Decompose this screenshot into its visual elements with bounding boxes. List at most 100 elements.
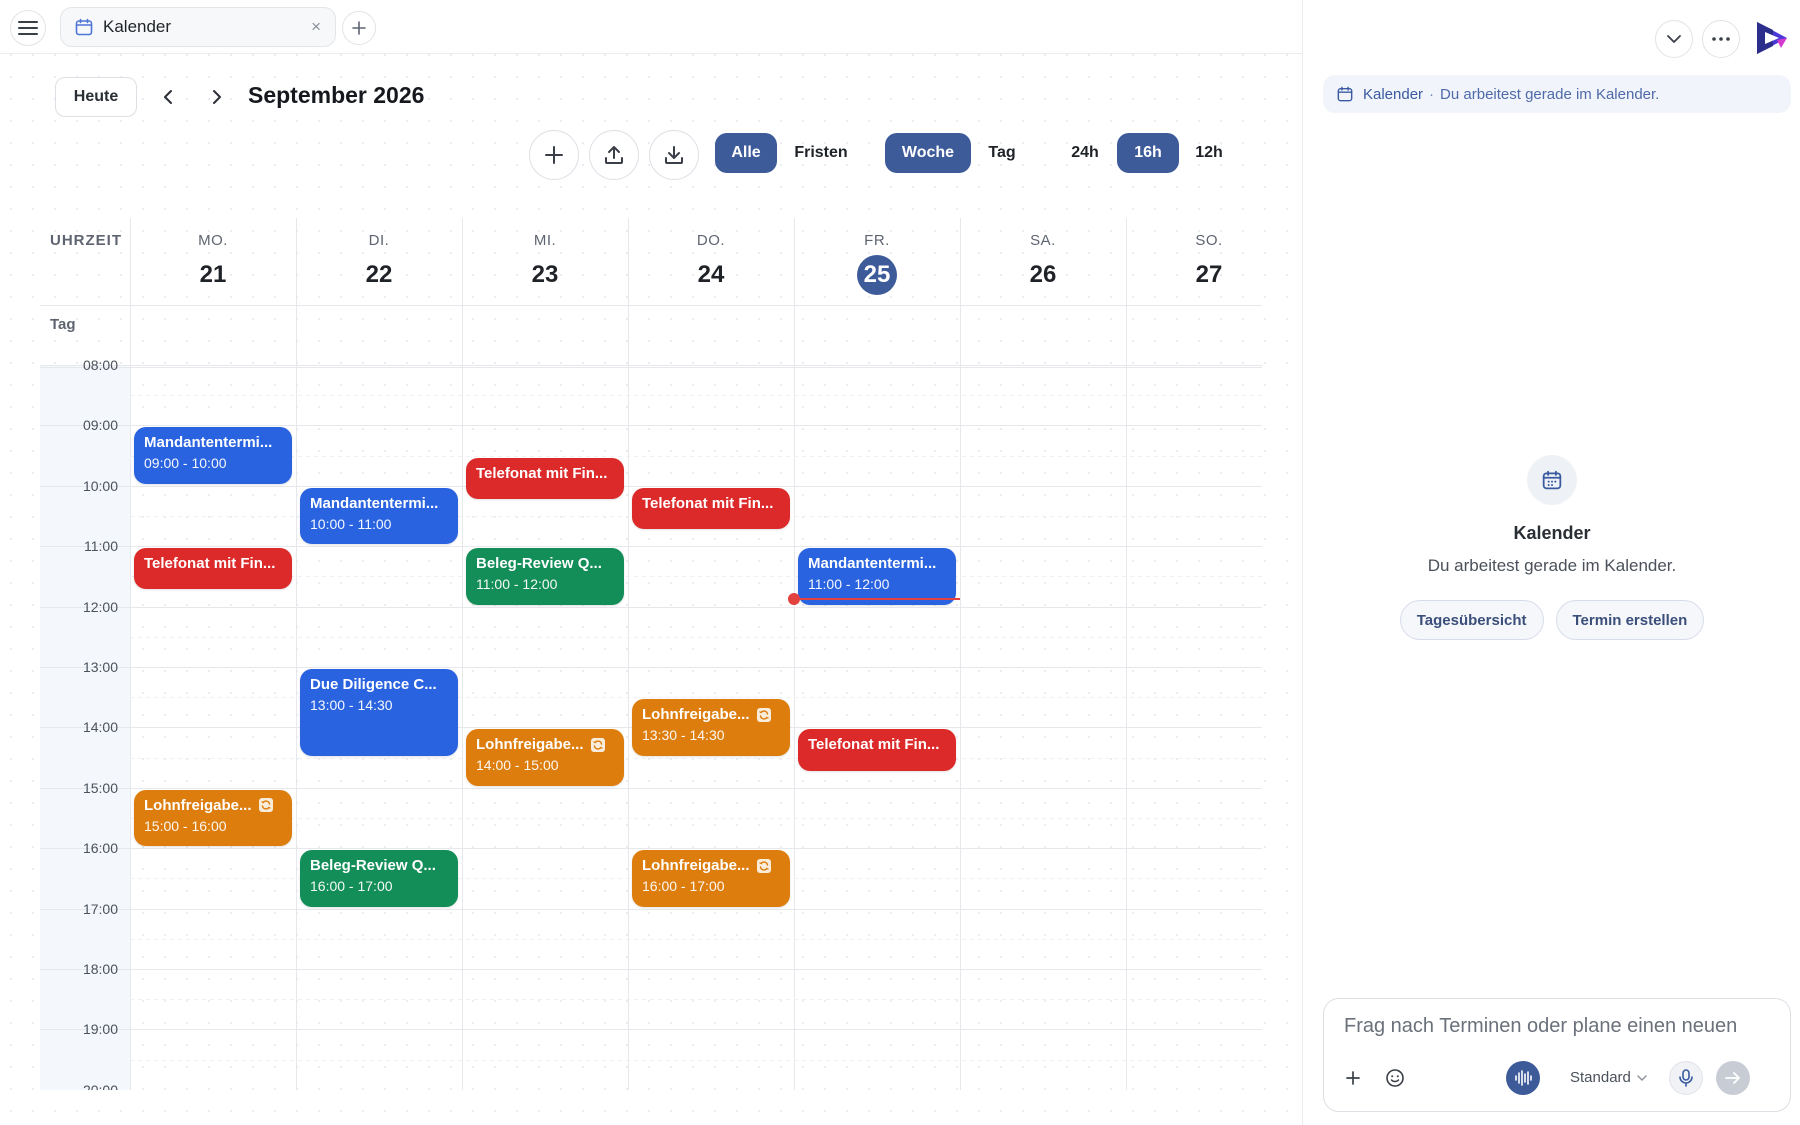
range-24h-button[interactable]: 24h [1062, 133, 1108, 173]
import-button[interactable] [649, 130, 699, 180]
event-title-text: Mandantentermi... [310, 494, 439, 512]
calendar-event[interactable]: Beleg-Review Q... 16:00 - 17:00 [300, 850, 458, 907]
event-title: Telefonat mit Fin... [808, 736, 946, 753]
day-header[interactable]: DO. 24 [628, 218, 794, 305]
collapse-panel-button[interactable] [1655, 20, 1693, 58]
event-title-text: Telefonat mit Fin... [476, 464, 608, 482]
plus-icon [1346, 1071, 1360, 1085]
chevron-down-icon [1667, 35, 1681, 43]
calendar-event[interactable]: Telefonat mit Fin... [798, 729, 956, 771]
event-title-text: Telefonat mit Fin... [144, 555, 276, 573]
day-header[interactable]: DI. 22 [296, 218, 462, 305]
event-title-text: Lohnfreigabe... [476, 736, 584, 754]
calendar-event[interactable]: Mandantentermi... 11:00 - 12:00 [798, 548, 956, 605]
send-button[interactable] [1716, 1061, 1750, 1095]
tab-bar: Kalender × [0, 0, 1302, 54]
event-title: Beleg-Review Q... [310, 857, 448, 874]
event-title-text: Mandantentermi... [144, 434, 273, 452]
day-number: 26 [1029, 261, 1057, 288]
waveform-icon [1515, 1070, 1532, 1086]
time-label: 11:00 [84, 538, 118, 555]
day-column-divider [1126, 218, 1127, 1090]
plus-icon [352, 21, 366, 35]
create-event-chip[interactable]: Termin erstellen [1555, 600, 1705, 640]
tab-close-button[interactable]: × [311, 17, 321, 37]
filter-all-button[interactable]: Alle [715, 133, 777, 173]
upload-icon [605, 146, 623, 164]
export-button[interactable] [589, 130, 639, 180]
hour-line [40, 667, 1262, 668]
event-title: Telefonat mit Fin... [476, 465, 614, 482]
chat-input[interactable]: Frag nach Terminen oder plane einen neue… [1344, 1015, 1737, 1038]
day-column-divider [130, 218, 131, 1090]
sync-icon [756, 707, 771, 722]
calendar-event[interactable]: Telefonat mit Fin... [134, 548, 292, 590]
day-of-week: MO. [198, 232, 228, 249]
half-hour-line [130, 576, 1262, 578]
day-header[interactable]: MO. 21 [130, 218, 296, 305]
new-tab-button[interactable] [342, 11, 376, 45]
event-title-text: Telefonat mit Fin... [808, 736, 940, 754]
day-of-week: MI. [533, 232, 557, 249]
day-column-divider [960, 218, 961, 1090]
calendar-icon [75, 18, 93, 36]
day-of-week: SA. [1030, 232, 1056, 249]
hour-line [40, 848, 1262, 850]
day-overview-chip[interactable]: Tagesübersicht [1399, 600, 1544, 640]
day-header[interactable]: SA. 26 [960, 218, 1126, 305]
next-week-button[interactable] [204, 84, 230, 110]
tab-kalender[interactable]: Kalender × [60, 7, 336, 47]
event-time: 10:00 - 11:00 [310, 515, 392, 532]
calendar-event[interactable]: Mandantentermi... 09:00 - 10:00 [134, 427, 292, 484]
event-title-text: Beleg-Review Q... [310, 857, 436, 875]
half-hour-line [130, 395, 1262, 397]
day-header[interactable]: MI. 23 [462, 218, 628, 305]
event-time: 13:30 - 14:30 [642, 727, 725, 744]
tab-label: Kalender [103, 17, 172, 36]
voice-mode-button[interactable] [1506, 1061, 1540, 1095]
calendar-toolbar: Heute September 2026 Alle Fristen Woche … [0, 54, 1302, 214]
menu-button[interactable] [10, 10, 46, 46]
view-day-button[interactable]: Tag [980, 133, 1024, 173]
day-number: 24 [697, 261, 725, 288]
smiley-icon [1386, 1069, 1404, 1087]
calendar-event[interactable]: Mandantentermi... 10:00 - 11:00 [300, 487, 458, 545]
hour-line [40, 365, 1262, 366]
hamburger-icon [18, 21, 38, 35]
calendar-event[interactable]: Telefonat mit Fin... [466, 457, 624, 499]
calendar-event[interactable]: Telefonat mit Fin... [632, 487, 790, 530]
attach-button[interactable] [1336, 1061, 1370, 1095]
hour-line [40, 546, 1262, 548]
today-button[interactable]: Heute [55, 77, 137, 117]
calendar-event[interactable]: Lohnfreigabe... 14:00 - 15:00 [466, 729, 624, 786]
event-title: Telefonat mit Fin... [642, 495, 780, 512]
day-header[interactable]: FR. 25 [794, 218, 960, 305]
row-divider [40, 367, 1262, 368]
time-label: 18:00 [82, 961, 118, 977]
microphone-button[interactable] [1669, 1061, 1703, 1095]
view-week-button[interactable]: Woche [885, 133, 971, 173]
context-app-name: Kalender [1363, 85, 1424, 103]
calendar-icon [1527, 455, 1577, 505]
filter-deadlines-button[interactable]: Fristen [787, 133, 855, 173]
more-options-button[interactable] [1702, 20, 1740, 58]
calendar-event[interactable]: Due Diligence C... 13:00 - 14:30 [300, 669, 458, 756]
calendar-event[interactable]: Lohnfreigabe... 15:00 - 16:00 [134, 789, 292, 847]
mode-select[interactable]: Standard [1570, 1069, 1647, 1086]
emoji-button[interactable] [1378, 1061, 1412, 1095]
row-divider [40, 305, 1262, 306]
event-time: 13:00 - 14:30 [310, 697, 393, 713]
range-16h-button[interactable]: 16h [1117, 133, 1179, 173]
day-header[interactable]: SO. 27 [1126, 218, 1262, 305]
time-label: 10:00 [82, 477, 118, 494]
add-event-button[interactable] [529, 130, 579, 180]
event-time: 16:00 - 17:00 [310, 878, 393, 895]
range-12h-button[interactable]: 12h [1186, 133, 1232, 173]
prev-week-button[interactable] [155, 84, 181, 110]
calendar-event[interactable]: Lohnfreigabe... 16:00 - 17:00 [632, 850, 790, 907]
event-title-text: Lohnfreigabe... [144, 796, 252, 814]
context-bar: Kalender · Du arbeitest gerade im Kalend… [1323, 75, 1791, 113]
event-title: Lohnfreigabe... [642, 857, 780, 874]
calendar-event[interactable]: Lohnfreigabe... 13:30 - 14:30 [632, 699, 790, 756]
calendar-event[interactable]: Beleg-Review Q... 11:00 - 12:00 [466, 548, 624, 605]
